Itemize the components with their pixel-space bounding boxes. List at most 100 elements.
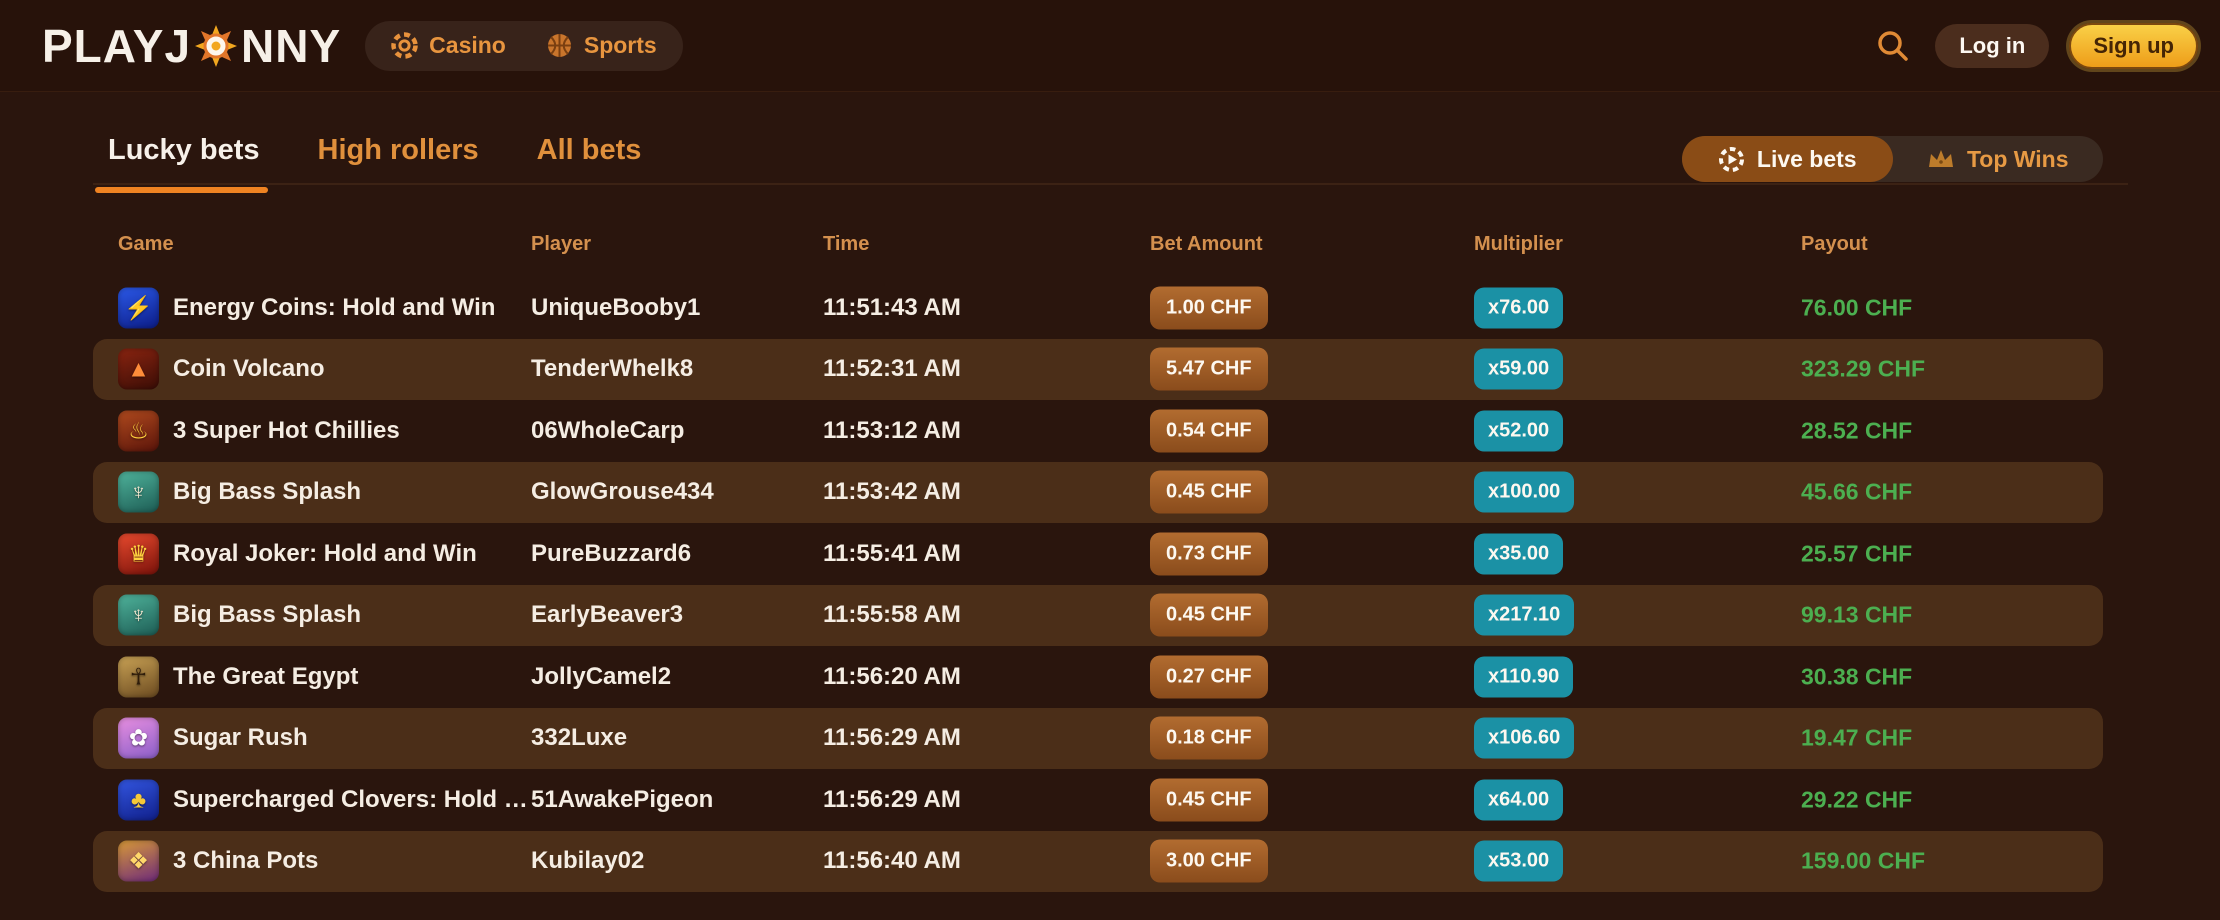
bet-amount-badge: 0.73 CHF — [1150, 532, 1268, 575]
tabs-divider — [93, 183, 2128, 185]
live-bets-label: Live bets — [1757, 146, 1857, 173]
player-name: 332Luxe — [531, 724, 627, 752]
crown-icon — [1927, 147, 1955, 171]
big-bass-splash-game-icon: ♆ — [118, 472, 159, 513]
player-name: JollyCamel2 — [531, 663, 671, 691]
bet-row[interactable]: ♛ Royal Joker: Hold and Win PureBuzzard6… — [93, 523, 2103, 585]
signup-button[interactable]: Sign up — [2069, 23, 2198, 69]
bet-time: 11:53:42 AM — [823, 478, 961, 506]
multiplier-badge: x76.00 — [1474, 287, 1563, 328]
bet-time: 11:55:41 AM — [823, 540, 961, 568]
multiplier-badge: x100.00 — [1474, 472, 1574, 513]
toggle-top-wins[interactable]: Top Wins — [1893, 136, 2104, 182]
coin-volcano-game-icon: ▲ — [118, 349, 159, 390]
sun-logo-icon — [194, 24, 238, 68]
site-logo[interactable]: PLAYJ NNY — [42, 19, 341, 73]
bet-time: 11:56:29 AM — [823, 724, 961, 752]
payout-value: 29.22 CHF — [1801, 786, 1912, 813]
bet-row[interactable]: ☥ The Great Egypt JollyCamel2 11:56:20 A… — [93, 646, 2103, 708]
payout-value: 99.13 CHF — [1801, 602, 1912, 629]
login-button[interactable]: Log in — [1935, 24, 2049, 68]
player-name: Kubilay02 — [531, 847, 644, 875]
game-name: Supercharged Clovers: Hold … — [173, 786, 528, 814]
logo-text-left: PLAYJ — [42, 19, 191, 73]
royal-joker-game-icon: ♛ — [118, 533, 159, 574]
great-egypt-game-icon: ☥ — [118, 656, 159, 697]
multiplier-badge: x53.00 — [1474, 841, 1563, 882]
bet-row[interactable]: ♣ Supercharged Clovers: Hold … 51AwakePi… — [93, 769, 2103, 831]
payout-value: 45.66 CHF — [1801, 479, 1912, 506]
bet-amount-badge: 3.00 CHF — [1150, 840, 1268, 883]
bet-row[interactable]: ♨ 3 Super Hot Chillies 06WholeCarp 11:53… — [93, 400, 2103, 462]
column-header-time: Time — [823, 233, 869, 256]
bet-time: 11:56:29 AM — [823, 786, 961, 814]
china-pots-game-icon: ❖ — [118, 841, 159, 882]
column-header-game: Game — [118, 233, 174, 256]
supercharged-clovers-game-icon: ♣ — [118, 779, 159, 820]
bet-time: 11:55:58 AM — [823, 601, 961, 629]
bet-time: 11:56:20 AM — [823, 663, 961, 691]
player-name: UniqueBooby1 — [531, 294, 700, 322]
bet-amount-badge: 1.00 CHF — [1150, 286, 1268, 329]
bets-table-body: ⚡ Energy Coins: Hold and Win UniqueBooby… — [93, 277, 2103, 892]
game-name: Big Bass Splash — [173, 601, 361, 629]
bet-row[interactable]: ❖ 3 China Pots Kubilay02 11:56:40 AM 3.0… — [93, 831, 2103, 893]
toggle-live-bets[interactable]: Live bets — [1682, 136, 1893, 182]
bet-row[interactable]: ♆ Big Bass Splash EarlyBeaver3 11:55:58 … — [93, 585, 2103, 647]
bet-amount-badge: 5.47 CHF — [1150, 348, 1268, 391]
bet-time: 11:52:31 AM — [823, 355, 961, 383]
top-wins-label: Top Wins — [1967, 146, 2069, 173]
search-button[interactable] — [1873, 26, 1913, 66]
bet-time: 11:53:12 AM — [823, 417, 961, 445]
table-column-headers: Game Player Time Bet Amount Multiplier P… — [0, 233, 2220, 259]
payout-value: 76.00 CHF — [1801, 294, 1912, 321]
casino-label: Casino — [429, 32, 506, 59]
player-name: 06WholeCarp — [531, 417, 684, 445]
payout-value: 19.47 CHF — [1801, 725, 1912, 752]
logo-text-right: NNY — [241, 19, 341, 73]
bet-amount-badge: 0.45 CHF — [1150, 594, 1268, 637]
game-name: 3 China Pots — [173, 847, 318, 875]
live-chip-icon — [1718, 146, 1745, 173]
bet-time: 11:56:40 AM — [823, 847, 961, 875]
game-name: Sugar Rush — [173, 724, 308, 752]
bet-row[interactable]: ♆ Big Bass Splash GlowGrouse434 11:53:42… — [93, 462, 2103, 524]
player-name: 51AwakePigeon — [531, 786, 713, 814]
game-name: Royal Joker: Hold and Win — [173, 540, 477, 568]
view-toggle: Live bets Top Wins — [1682, 136, 2103, 182]
game-name: 3 Super Hot Chillies — [173, 417, 400, 445]
bet-row[interactable]: ⚡ Energy Coins: Hold and Win UniqueBooby… — [93, 277, 2103, 339]
nav-item-sports[interactable]: Sports — [546, 32, 657, 59]
search-icon — [1875, 28, 1911, 64]
player-name: PureBuzzard6 — [531, 540, 691, 568]
nav-item-casino[interactable]: Casino — [391, 32, 506, 59]
player-name: EarlyBeaver3 — [531, 601, 683, 629]
casino-chip-icon — [391, 32, 418, 59]
bet-amount-badge: 0.45 CHF — [1150, 471, 1268, 514]
column-header-payout: Payout — [1801, 233, 1868, 256]
multiplier-badge: x59.00 — [1474, 349, 1563, 390]
game-name: Big Bass Splash — [173, 478, 361, 506]
payout-value: 159.00 CHF — [1801, 848, 1925, 875]
game-name: Coin Volcano — [173, 355, 325, 383]
bet-row[interactable]: ✿ Sugar Rush 332Luxe 11:56:29 AM 0.18 CH… — [93, 708, 2103, 770]
multiplier-badge: x64.00 — [1474, 779, 1563, 820]
product-nav: Casino Sports — [365, 21, 683, 71]
bet-amount-badge: 0.54 CHF — [1150, 409, 1268, 452]
super-hot-chillies-game-icon: ♨ — [118, 410, 159, 451]
payout-value: 30.38 CHF — [1801, 663, 1912, 690]
player-name: TenderWhelk8 — [531, 355, 693, 383]
payout-value: 25.57 CHF — [1801, 540, 1912, 567]
player-name: GlowGrouse434 — [531, 478, 714, 506]
game-name: The Great Egypt — [173, 663, 358, 691]
bet-amount-badge: 0.27 CHF — [1150, 655, 1268, 698]
column-header-bet-amount: Bet Amount — [1150, 233, 1263, 256]
multiplier-badge: x35.00 — [1474, 533, 1563, 574]
multiplier-badge: x217.10 — [1474, 595, 1574, 636]
energy-coins-game-icon: ⚡ — [118, 287, 159, 328]
bet-row[interactable]: ▲ Coin Volcano TenderWhelk8 11:52:31 AM … — [93, 339, 2103, 401]
column-header-multiplier: Multiplier — [1474, 233, 1563, 256]
payout-value: 323.29 CHF — [1801, 356, 1925, 383]
column-header-player: Player — [531, 233, 591, 256]
bet-time: 11:51:43 AM — [823, 294, 961, 322]
